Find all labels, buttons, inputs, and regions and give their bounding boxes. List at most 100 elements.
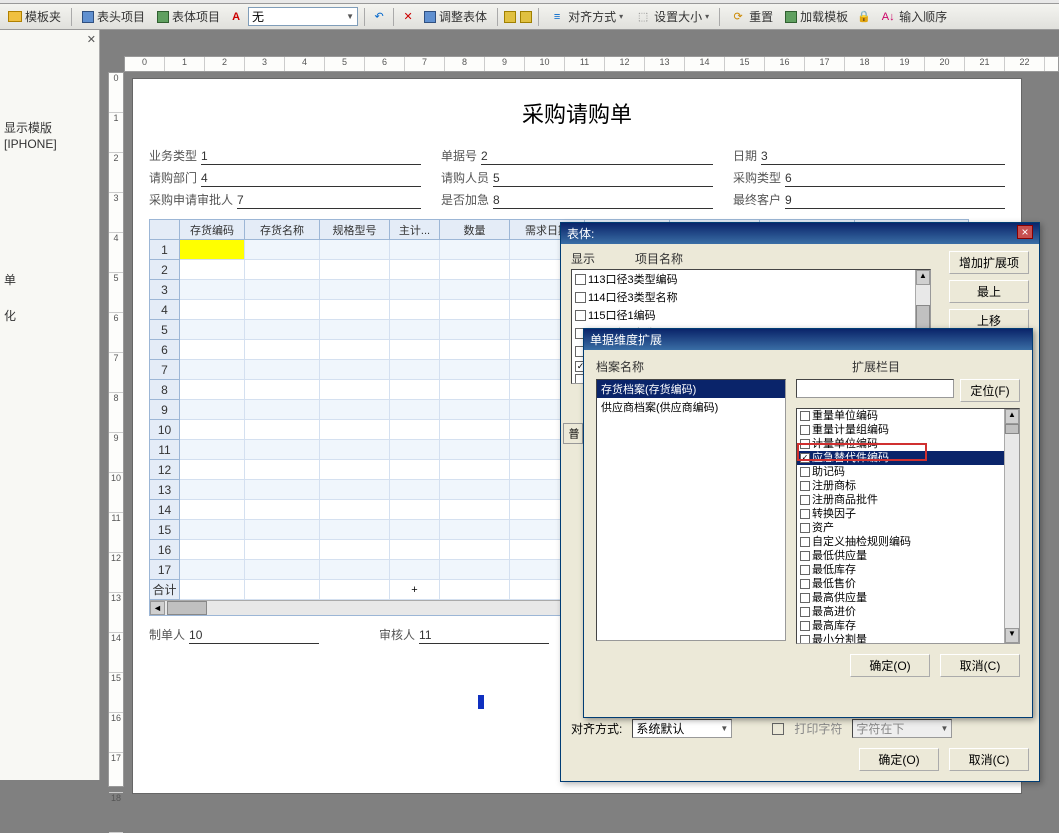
grid-cell[interactable] (440, 540, 510, 560)
checkbox[interactable] (800, 579, 810, 589)
list-scrollbar[interactable]: ▲ ▼ (1004, 409, 1019, 643)
dialog-titlebar[interactable]: 表体: × (561, 223, 1039, 244)
ext-item[interactable]: 最低售价 (797, 577, 1019, 591)
grid-cell[interactable] (245, 560, 320, 580)
field-value[interactable]: 3 (761, 149, 1005, 165)
row-number[interactable]: 13 (150, 480, 180, 500)
checkbox[interactable] (800, 607, 810, 617)
cancel-button[interactable]: 取消(C) (940, 654, 1020, 677)
grid-cell[interactable] (440, 520, 510, 540)
grid-cell[interactable] (390, 480, 440, 500)
grid-cell[interactable] (440, 440, 510, 460)
checkbox[interactable] (800, 425, 810, 435)
grid-cell[interactable] (245, 360, 320, 380)
ext-item[interactable]: 资产 (797, 521, 1019, 535)
reset-button[interactable]: ⟳ 重置 (726, 6, 777, 27)
grid-cell[interactable] (390, 540, 440, 560)
grid-cell[interactable] (180, 540, 245, 560)
ext-item[interactable]: 最高进价 (797, 605, 1019, 619)
grid-cell[interactable] (320, 440, 390, 460)
grid-cell[interactable] (320, 280, 390, 300)
copy-icon[interactable] (520, 11, 532, 23)
grid-cell[interactable] (245, 340, 320, 360)
row-number[interactable]: 6 (150, 340, 180, 360)
grid-cell[interactable] (390, 500, 440, 520)
row-number[interactable]: 2 (150, 260, 180, 280)
grid-cell[interactable] (390, 420, 440, 440)
checkbox[interactable]: ✓ (800, 453, 810, 463)
header-field[interactable]: 单据号2 (441, 147, 713, 165)
grid-cell[interactable] (245, 240, 320, 260)
grid-cell[interactable] (440, 460, 510, 480)
header-field[interactable]: 采购申请审批人7 (149, 191, 421, 209)
grid-cell[interactable] (440, 340, 510, 360)
scroll-up-icon[interactable]: ▲ (916, 270, 930, 285)
checkbox[interactable] (800, 621, 810, 631)
row-number[interactable]: 4 (150, 300, 180, 320)
cancel-button[interactable]: 取消(C) (949, 748, 1029, 771)
grid-cell[interactable] (180, 260, 245, 280)
grid-cell[interactable] (245, 420, 320, 440)
add-extension-button[interactable]: 增加扩展项 (949, 251, 1029, 274)
grid-cell[interactable] (180, 340, 245, 360)
locate-input[interactable] (796, 379, 954, 398)
header-items-button[interactable]: 表头项目 (78, 6, 149, 27)
footer-field[interactable]: 审核人11 (379, 626, 549, 646)
row-number[interactable]: 7 (150, 360, 180, 380)
checkbox[interactable] (800, 467, 810, 477)
grid-cell[interactable] (390, 300, 440, 320)
list-item[interactable]: 115口径1编码 (572, 306, 930, 324)
row-number[interactable]: 5 (150, 320, 180, 340)
ext-item[interactable]: ✓应急替代件编码 (797, 451, 1019, 465)
grid-cell[interactable] (440, 560, 510, 580)
ext-item[interactable]: 重量单位编码 (797, 409, 1019, 423)
ext-item[interactable]: 自定义抽检规则编码 (797, 535, 1019, 549)
grid-cell[interactable] (390, 460, 440, 480)
grid-cell[interactable] (245, 520, 320, 540)
checkbox[interactable] (575, 292, 586, 303)
grid-cell[interactable] (440, 320, 510, 340)
ext-item[interactable]: 最高供应量 (797, 591, 1019, 605)
grid-cell[interactable] (245, 440, 320, 460)
scroll-thumb[interactable] (1005, 424, 1019, 434)
row-number[interactable]: 9 (150, 400, 180, 420)
delete-icon[interactable]: ✕ (400, 9, 416, 25)
grid-cell[interactable] (390, 320, 440, 340)
align-combo[interactable]: 系统默认 ▼ (632, 719, 732, 738)
checkbox[interactable] (800, 593, 810, 603)
ok-button[interactable]: 确定(O) (850, 654, 930, 677)
checkbox[interactable] (800, 411, 810, 421)
grid-cell[interactable] (245, 400, 320, 420)
grid-cell[interactable] (320, 240, 390, 260)
row-number[interactable]: 15 (150, 520, 180, 540)
lock-icon[interactable]: 🔒 (856, 9, 872, 25)
field-value[interactable]: 4 (201, 171, 421, 187)
archive-list[interactable]: 存货档案(存货编码)供应商档案(供应商编码) (596, 379, 786, 641)
field-value[interactable]: 2 (481, 149, 713, 165)
locate-button[interactable]: 定位(F) (960, 379, 1020, 402)
grid-cell[interactable] (390, 400, 440, 420)
grid-cell[interactable] (180, 400, 245, 420)
grid-cell[interactable] (320, 540, 390, 560)
grid-cell[interactable] (245, 300, 320, 320)
grid-cell[interactable] (390, 440, 440, 460)
set-size-button[interactable]: ⬚ 设置大小 ▾ (631, 6, 713, 27)
grid-cell[interactable] (320, 500, 390, 520)
grid-cell[interactable] (320, 380, 390, 400)
field-value[interactable]: 1 (201, 149, 421, 165)
header-field[interactable]: 最终客户9 (733, 191, 1005, 209)
grid-cell[interactable] (390, 520, 440, 540)
grid-cell[interactable] (440, 380, 510, 400)
checkbox[interactable] (800, 551, 810, 561)
grid-cell[interactable] (180, 500, 245, 520)
print-char-checkbox[interactable] (772, 723, 784, 735)
checkbox[interactable] (800, 523, 810, 533)
grid-cell[interactable] (180, 420, 245, 440)
footer-field[interactable]: 制单人10 (149, 626, 319, 646)
col-header[interactable]: 存货编码 (180, 220, 245, 240)
grid-cell[interactable] (320, 480, 390, 500)
ext-item[interactable]: 注册商品批件 (797, 493, 1019, 507)
grid-cell[interactable] (180, 240, 245, 260)
close-sidebar-icon[interactable]: ✕ (87, 33, 96, 46)
row-number[interactable]: 17 (150, 560, 180, 580)
